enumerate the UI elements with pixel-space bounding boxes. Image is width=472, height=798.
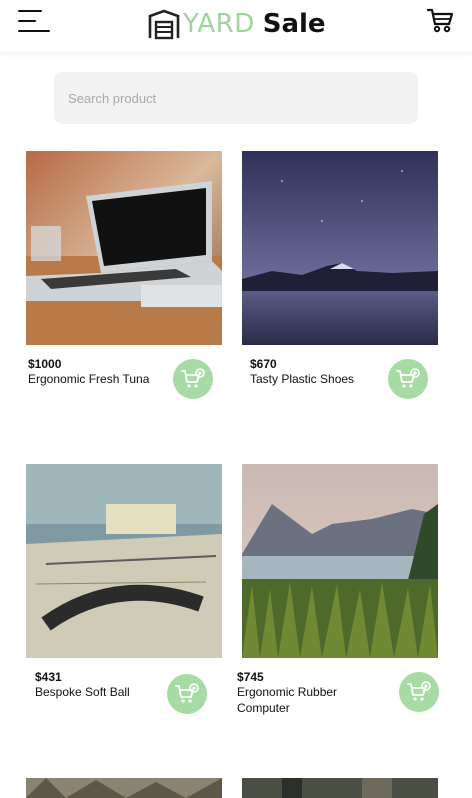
add-to-cart-button[interactable] xyxy=(388,359,428,399)
product-card[interactable] xyxy=(26,778,222,798)
product-card[interactable]: $431 Bespoke Soft Ball xyxy=(26,464,222,724)
add-to-cart-button[interactable] xyxy=(173,359,213,399)
storefront-icon xyxy=(148,9,180,40)
product-image[interactable] xyxy=(242,151,438,345)
product-price: $431 xyxy=(35,670,62,684)
top-bar: YARD Sale xyxy=(0,0,472,52)
product-price: $1000 xyxy=(28,357,62,371)
add-to-cart-button[interactable] xyxy=(399,672,439,712)
add-to-cart-icon xyxy=(181,368,205,388)
product-card[interactable]: $1000 Ergonomic Fresh Tuna xyxy=(26,151,222,411)
product-name: Ergonomic Fresh Tuna xyxy=(28,372,150,386)
product-name: Ergonomic Rubber Computer xyxy=(237,685,338,715)
add-to-cart-icon xyxy=(175,683,199,703)
add-to-cart-icon xyxy=(407,681,431,701)
menu-line xyxy=(18,10,42,12)
menu-line xyxy=(18,20,36,22)
product-price: $745 xyxy=(237,670,264,684)
product-image[interactable] xyxy=(26,778,222,798)
brand-sale-text: Sale xyxy=(262,9,326,39)
add-to-cart-button[interactable] xyxy=(167,674,207,714)
brand-yard-text: YARD xyxy=(183,9,255,39)
product-image[interactable] xyxy=(26,151,222,345)
menu-line xyxy=(18,30,50,32)
product-image[interactable] xyxy=(242,464,438,658)
product-name: Bespoke Soft Ball xyxy=(35,685,130,699)
cart-icon[interactable] xyxy=(426,6,454,34)
product-name: Tasty Plastic Shoes xyxy=(250,372,355,386)
hamburger-menu-icon[interactable] xyxy=(18,8,50,34)
product-card[interactable] xyxy=(242,778,438,798)
product-image[interactable] xyxy=(26,464,222,658)
product-image[interactable] xyxy=(242,778,438,798)
search-input[interactable] xyxy=(54,72,418,124)
product-card[interactable]: $745 Ergonomic Rubber Computer xyxy=(237,464,439,724)
product-price: $670 xyxy=(250,357,277,371)
add-to-cart-icon xyxy=(396,368,420,388)
product-card[interactable]: $670 Tasty Plastic Shoes xyxy=(242,151,438,411)
brand-logo[interactable]: YARD Sale xyxy=(147,6,326,42)
